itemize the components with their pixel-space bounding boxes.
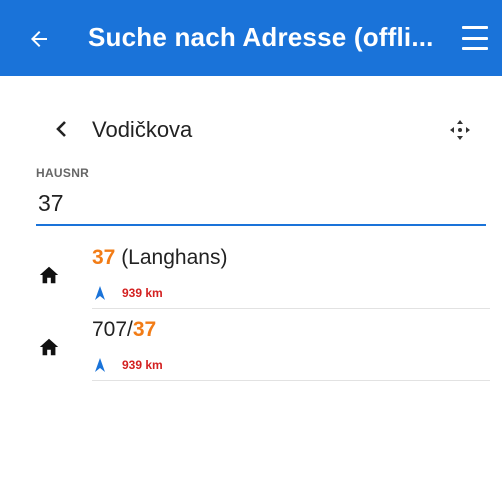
page-title: Suche nach Adresse (offli... [88,22,434,52]
result-rest: (Langhans) [115,246,228,269]
house-number-label: HAUSNR [36,166,90,180]
input-underline [36,224,486,226]
crosshair-target-icon [450,120,470,140]
arrow-left-icon [31,31,47,47]
result-title: 37 (Langhans) [92,246,227,270]
result-highlight: 37 [132,318,157,341]
target-button[interactable] [446,116,474,144]
chevron-left-icon [56,121,66,137]
result-item[interactable]: 707/37 939 km [0,316,502,388]
back-button[interactable] [22,22,56,56]
navigation-arrow-icon [95,286,105,300]
street-row: Vodičkova [0,112,502,152]
result-prefix: 707/ [92,318,133,341]
menu-bar [462,47,488,50]
result-distance: 939 km [122,286,163,300]
menu-button[interactable] [462,26,488,50]
app-bar: Suche nach Adresse (offli... [0,0,502,76]
divider [92,380,490,381]
house-number-input[interactable]: 37 [38,190,64,217]
navigation-arrow-icon [95,358,105,372]
divider [92,308,490,309]
result-item[interactable]: 37 (Langhans) 939 km [0,244,502,316]
home-icon [39,266,59,284]
menu-bar [462,26,488,29]
street-back-button[interactable] [54,118,70,146]
street-name: Vodičkova [92,117,193,142]
home-icon [39,338,59,356]
result-distance: 939 km [122,358,163,372]
result-title: 707/37 [92,318,156,342]
menu-bar [462,36,488,40]
result-highlight: 37 [92,246,116,269]
